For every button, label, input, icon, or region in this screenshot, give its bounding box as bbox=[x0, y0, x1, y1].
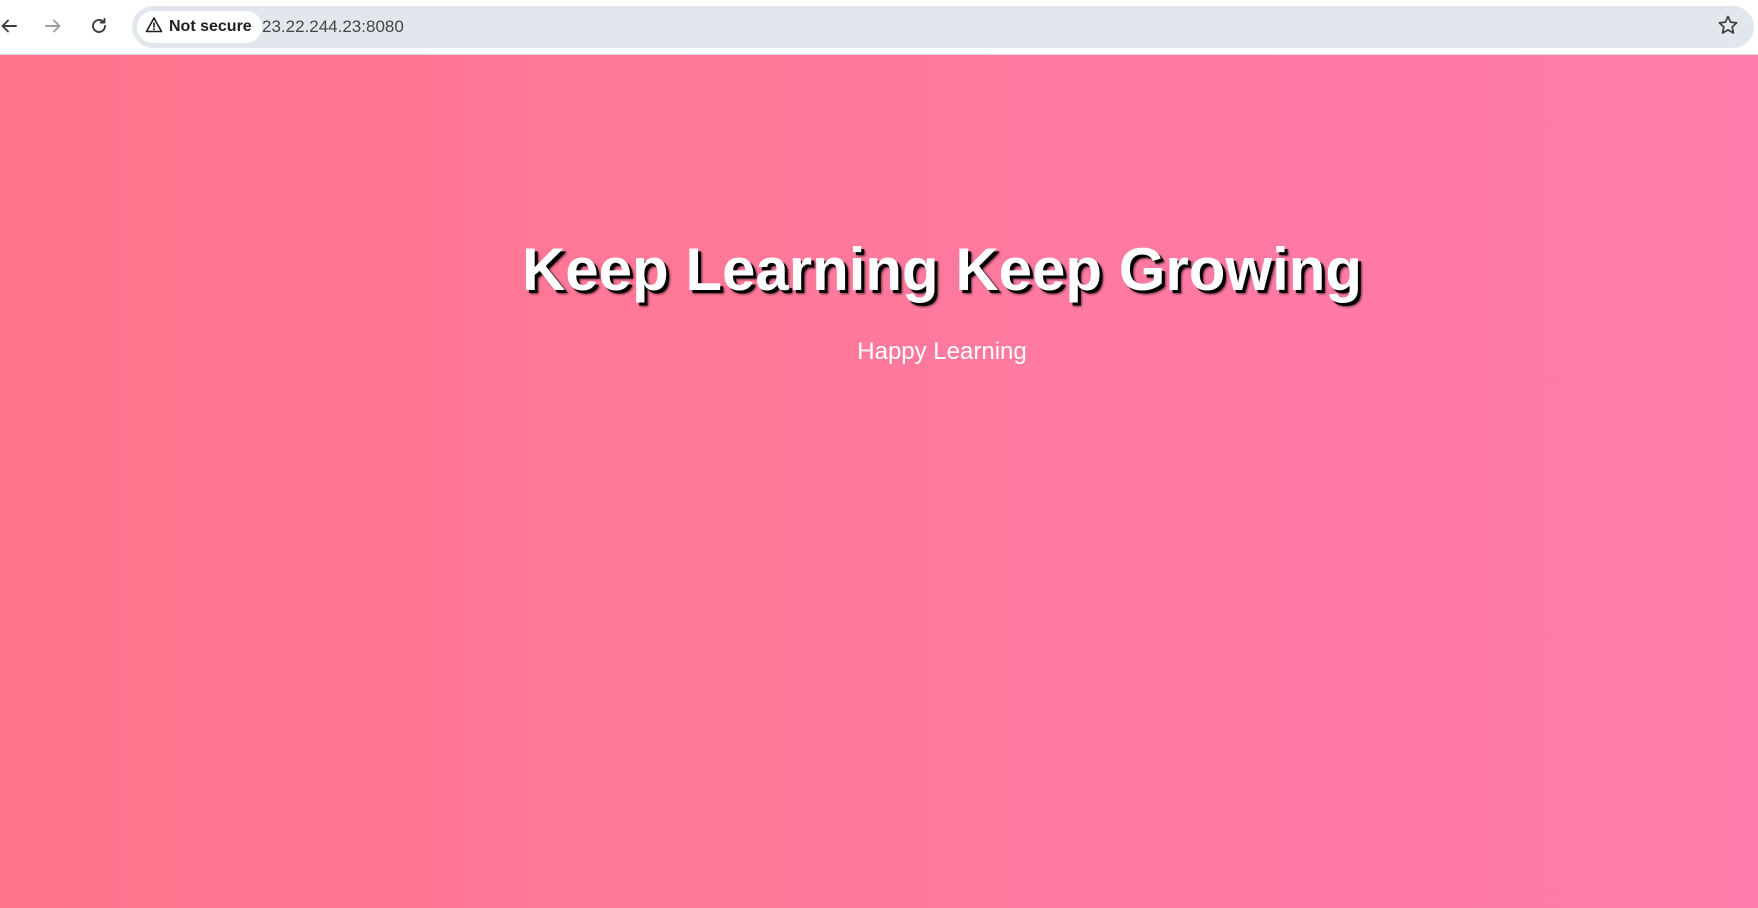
reload-icon bbox=[89, 16, 109, 36]
back-button[interactable] bbox=[0, 8, 27, 44]
warning-triangle-icon bbox=[145, 16, 163, 39]
security-indicator[interactable]: Not secure bbox=[137, 11, 262, 43]
reload-button[interactable] bbox=[81, 8, 117, 44]
bookmark-button[interactable] bbox=[1710, 9, 1746, 45]
back-arrow-icon bbox=[0, 16, 19, 36]
forward-button[interactable] bbox=[35, 8, 71, 44]
page-viewport: Keep Learning Keep Growing Happy Learnin… bbox=[0, 55, 1758, 908]
security-label: Not secure bbox=[169, 18, 252, 35]
forward-arrow-icon bbox=[43, 16, 63, 36]
address-bar[interactable]: Not secure 23.22.244.23:8080 bbox=[132, 6, 1754, 48]
url-text[interactable]: 23.22.244.23:8080 bbox=[262, 6, 404, 48]
page-headline: Keep Learning Keep Growing bbox=[521, 236, 1363, 303]
page-subtext: Happy Learning bbox=[857, 338, 1027, 365]
browser-toolbar: Not secure 23.22.244.23:8080 bbox=[0, 0, 1758, 55]
star-icon bbox=[1717, 14, 1739, 41]
